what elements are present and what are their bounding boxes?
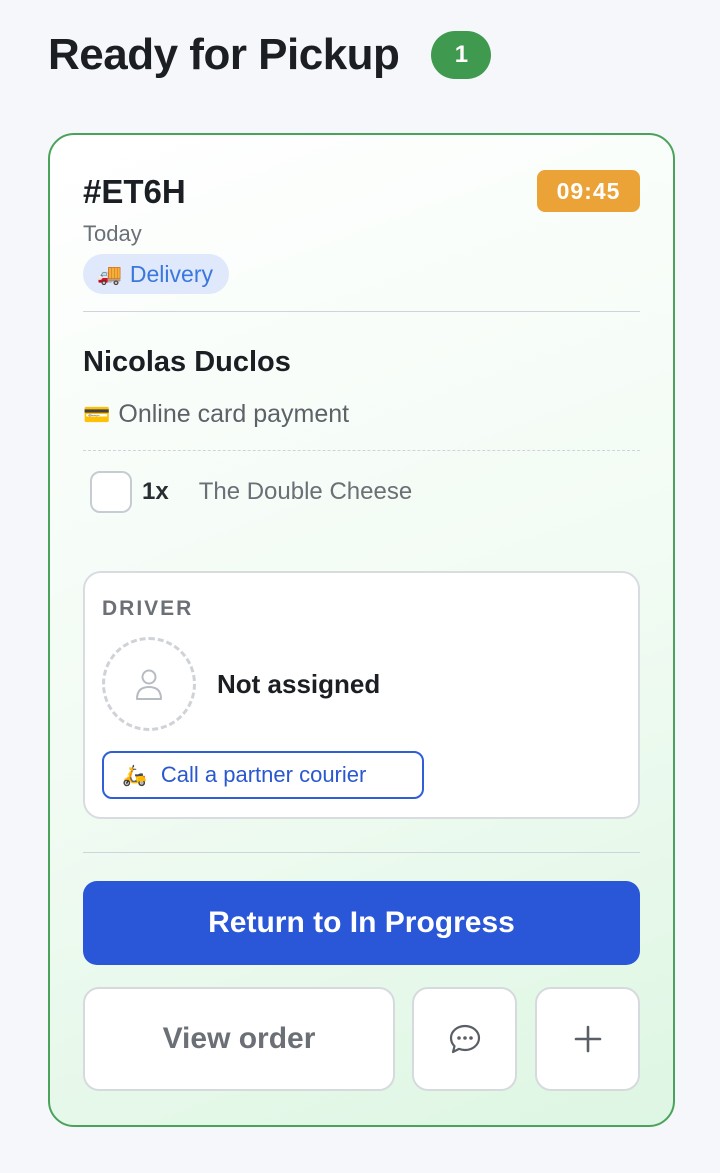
delivery-truck-icon: 🚚 <box>97 263 122 286</box>
driver-label: DRIVER <box>102 597 194 620</box>
credit-card-icon: 💳 <box>83 401 111 427</box>
return-to-in-progress-button[interactable]: Return to In Progress <box>83 881 640 965</box>
driver-avatar-placeholder <box>102 637 196 731</box>
user-icon <box>136 669 162 700</box>
page: Ready for Pickup 1 #ET6H 09:45 Today 🚚 D… <box>0 0 720 1173</box>
order-count-badge: 1 <box>431 31 492 79</box>
order-time-badge: 09:45 <box>537 170 640 212</box>
divider-dashed <box>83 450 640 451</box>
chat-bubble-icon <box>449 1024 480 1054</box>
section-title: Ready for Pickup <box>48 30 400 79</box>
message-button[interactable] <box>412 987 517 1091</box>
order-item-row: 1x The Double Cheese <box>90 471 412 513</box>
order-id: #ET6H <box>83 173 186 210</box>
add-button[interactable] <box>535 987 640 1091</box>
item-checkbox[interactable] <box>90 471 132 513</box>
driver-status: Not assigned <box>217 669 381 699</box>
call-partner-courier-button[interactable]: 🛵 Call a partner courier <box>102 751 424 799</box>
scooter-icon: 🛵 <box>122 764 147 787</box>
order-card[interactable]: #ET6H 09:45 Today 🚚 Delivery Nicolas Duc… <box>48 133 675 1127</box>
plus-icon <box>574 1025 601 1053</box>
view-order-button[interactable]: View order <box>83 987 395 1091</box>
payment-method: 💳 Online card payment <box>83 400 349 429</box>
order-type-pill: 🚚 Delivery <box>83 254 229 294</box>
order-date: Today <box>83 221 142 246</box>
call-partner-courier-label: Call a partner courier <box>160 762 367 787</box>
order-type-label: Delivery <box>129 260 213 287</box>
driver-panel: DRIVER Not assigned 🛵 Call a partner cou… <box>83 571 640 819</box>
section-header: Ready for Pickup 1 <box>48 30 492 80</box>
customer-name: Nicolas Duclos <box>83 346 291 378</box>
item-quantity: 1x <box>142 478 169 505</box>
divider <box>83 852 640 853</box>
divider <box>83 311 640 312</box>
payment-label: Online card payment <box>118 400 350 428</box>
item-name: The Double Cheese <box>198 478 413 505</box>
